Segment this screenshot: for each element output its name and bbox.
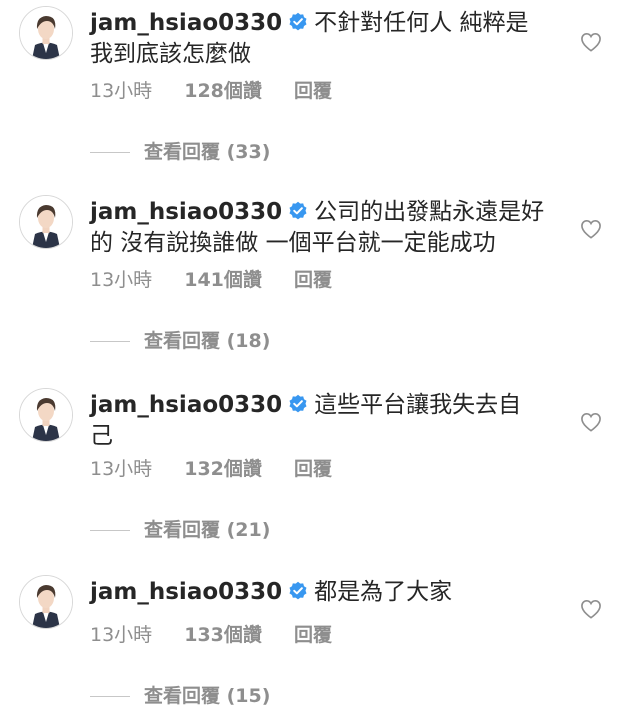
verified-badge-icon <box>289 12 307 31</box>
reply-button[interactable]: 回覆 <box>294 454 332 481</box>
avatar[interactable] <box>19 575 73 629</box>
avatar-image <box>20 196 72 248</box>
reply-button[interactable]: 回覆 <box>294 76 332 103</box>
divider-line <box>90 696 130 697</box>
comment-time: 13小時 <box>90 269 153 291</box>
comment-time: 13小時 <box>90 458 153 480</box>
reply-button[interactable]: 回覆 <box>294 265 332 292</box>
heart-outline-icon[interactable] <box>580 599 602 619</box>
divider-line <box>90 530 130 531</box>
divider-line <box>90 341 130 342</box>
comment-time: 13小時 <box>90 80 153 102</box>
comment-body: jam_hsiao0330 這些平台讓我失去自己 <box>90 390 530 452</box>
comment-likes[interactable]: 141個讚 <box>184 265 262 292</box>
heart-outline-icon[interactable] <box>580 32 602 52</box>
comment-body: jam_hsiao0330 不針對任何人 純粹是我到底該怎麼做 <box>90 8 550 70</box>
view-replies-button[interactable]: 查看回覆 (18) <box>90 326 270 353</box>
comment-username[interactable]: jam_hsiao0330 <box>90 10 282 36</box>
comment-body: jam_hsiao0330 公司的出發點永遠是好的 沒有說換誰做 一個平台就一定能… <box>90 197 550 259</box>
comment-meta: 13小時 128個讚 回覆 <box>90 76 332 103</box>
view-replies-label: 查看回覆 (15) <box>144 685 271 707</box>
verified-badge-icon <box>289 581 307 600</box>
view-replies-label: 查看回覆 (33) <box>144 141 271 163</box>
comment-time: 13小時 <box>90 624 153 646</box>
heart-outline-icon[interactable] <box>580 219 602 239</box>
comment-likes[interactable]: 132個讚 <box>184 454 262 481</box>
avatar[interactable] <box>19 6 73 60</box>
verified-badge-icon <box>289 394 307 413</box>
view-replies-label: 查看回覆 (21) <box>144 519 271 541</box>
view-replies-label: 查看回覆 (18) <box>144 330 271 352</box>
view-replies-button[interactable]: 查看回覆 (33) <box>90 137 270 164</box>
divider-line <box>90 152 130 153</box>
comment-meta: 13小時 132個讚 回覆 <box>90 454 332 481</box>
comment-username[interactable]: jam_hsiao0330 <box>90 199 282 225</box>
comment-username[interactable]: jam_hsiao0330 <box>90 392 282 418</box>
reply-button[interactable]: 回覆 <box>294 620 332 647</box>
comment-likes[interactable]: 128個讚 <box>184 76 262 103</box>
avatar-image <box>20 7 72 59</box>
avatar[interactable] <box>19 388 73 442</box>
comment-text: 都是為了大家 <box>314 579 453 605</box>
view-replies-button[interactable]: 查看回覆 (21) <box>90 515 270 542</box>
comment-meta: 13小時 141個讚 回覆 <box>90 265 332 292</box>
heart-outline-icon[interactable] <box>580 412 602 432</box>
comment-meta: 13小時 133個讚 回覆 <box>90 620 332 647</box>
comment-likes[interactable]: 133個讚 <box>184 620 262 647</box>
view-replies-button[interactable]: 查看回覆 (15) <box>90 681 270 708</box>
comment-username[interactable]: jam_hsiao0330 <box>90 579 282 605</box>
avatar[interactable] <box>19 195 73 249</box>
avatar-image <box>20 576 72 628</box>
verified-badge-icon <box>289 201 307 220</box>
comment-body: jam_hsiao0330 都是為了大家 <box>90 577 550 608</box>
avatar-image <box>20 389 72 441</box>
